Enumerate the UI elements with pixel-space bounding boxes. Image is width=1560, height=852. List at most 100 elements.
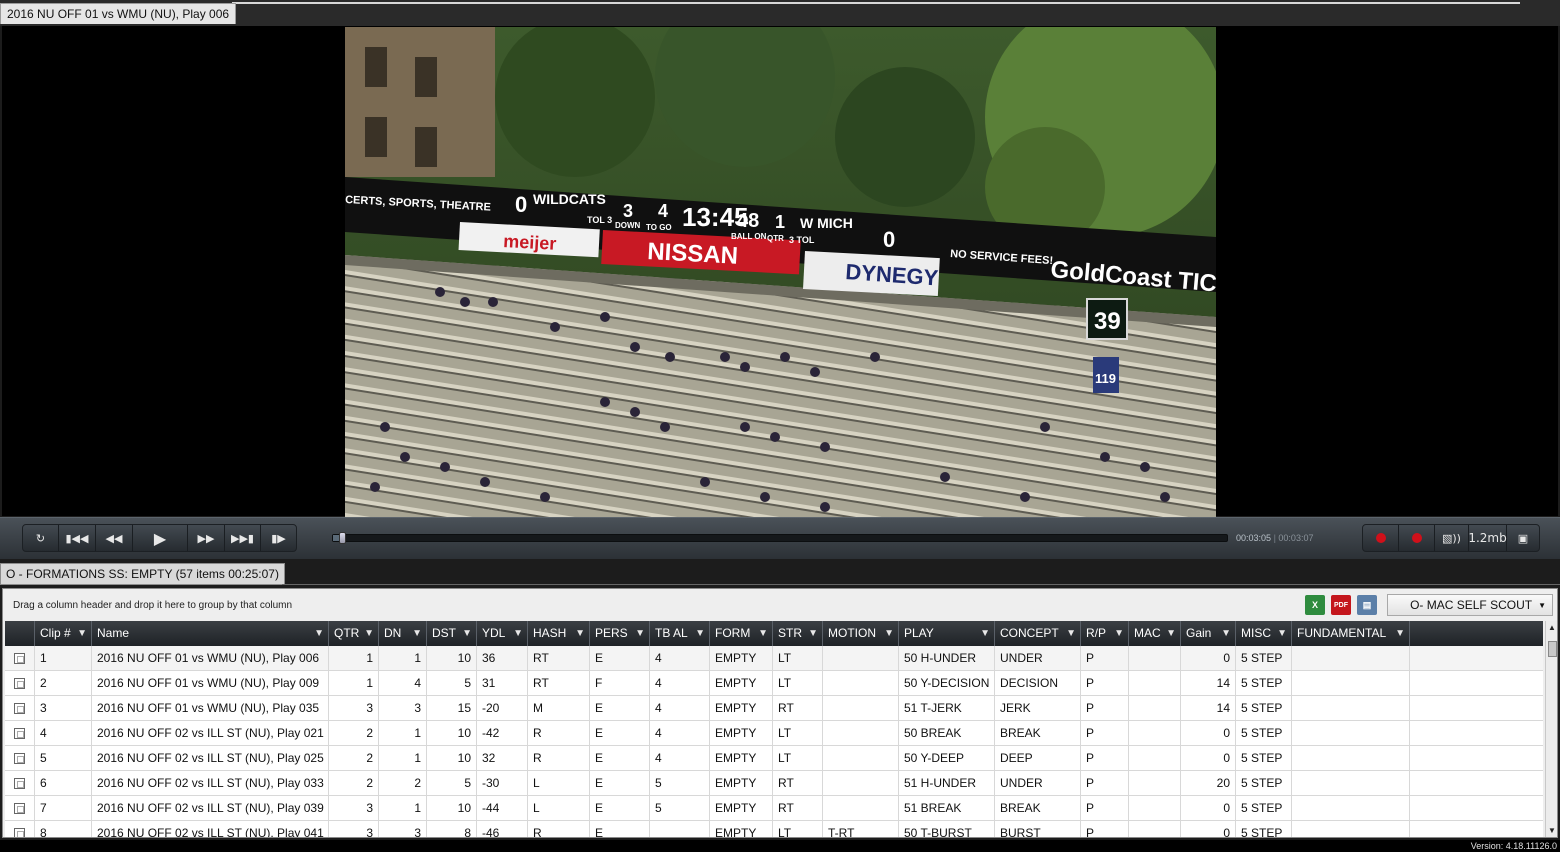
table-row[interactable]: 1 2016 NU OFF 01 vs WMU (NU), Play 006 1 1 1… — [5, 646, 1543, 671]
cell-concept[interactable]: BREAK — [995, 721, 1081, 746]
cell-motion[interactable] — [823, 671, 899, 696]
column-header-hash[interactable]: HASH ▼ — [528, 621, 590, 646]
cell-dn[interactable]: 1 — [379, 646, 427, 671]
skip-end-icon[interactable]: ▶▶▮ — [225, 525, 261, 551]
seek-bar[interactable] — [332, 532, 1228, 544]
cell-hash[interactable]: R — [528, 721, 590, 746]
cell-name[interactable]: 2016 NU OFF 01 vs WMU (NU), Play 006 — [92, 646, 329, 671]
cell-clip-number[interactable]: 3 — [35, 696, 92, 721]
cell-hash[interactable]: RT — [528, 646, 590, 671]
column-header-mac[interactable]: MAC ▼ — [1129, 621, 1181, 646]
cell-tb-al[interactable]: 5 — [650, 796, 710, 821]
cell-pers[interactable]: E — [590, 796, 650, 821]
fullscreen-icon[interactable]: ▣ — [1507, 525, 1539, 551]
column-header-ydl[interactable]: YDL ▼ — [477, 621, 528, 646]
cell-dn[interactable]: 1 — [379, 721, 427, 746]
cell-ydl[interactable]: -46 — [477, 821, 528, 837]
cell-rp[interactable]: P — [1081, 796, 1129, 821]
cell-str[interactable]: LT — [773, 721, 823, 746]
cell-form[interactable]: EMPTY — [710, 771, 773, 796]
row-checkbox[interactable] — [14, 678, 25, 689]
cell-misc[interactable]: 5 STEP — [1236, 646, 1292, 671]
cell-dst[interactable]: 5 — [427, 771, 477, 796]
cell-str[interactable]: RT — [773, 696, 823, 721]
row-checkbox[interactable] — [14, 778, 25, 789]
cell-fundamental[interactable] — [1292, 721, 1410, 746]
cell-motion[interactable] — [823, 746, 899, 771]
cell-name[interactable]: 2016 NU OFF 01 vs WMU (NU), Play 009 — [92, 671, 329, 696]
cell-misc[interactable]: 5 STEP — [1236, 771, 1292, 796]
cell-dst[interactable]: 10 — [427, 721, 477, 746]
cell-gain[interactable]: 0 — [1181, 646, 1236, 671]
cell-ydl[interactable]: 32 — [477, 746, 528, 771]
cell-rp[interactable]: P — [1081, 746, 1129, 771]
column-header-rp[interactable]: R/P ▼ — [1081, 621, 1129, 646]
table-row[interactable]: 3 2016 NU OFF 01 vs WMU (NU), Play 035 3 3 1… — [5, 696, 1543, 721]
table-row[interactable]: 8 2016 NU OFF 02 vs ILL ST (NU), Play 041… — [5, 821, 1543, 837]
fast-forward-icon[interactable]: ▶▶ — [188, 525, 225, 551]
cell-misc[interactable]: 5 STEP — [1236, 721, 1292, 746]
cell-form[interactable]: EMPTY — [710, 646, 773, 671]
cell-tb-al[interactable]: 4 — [650, 671, 710, 696]
cell-clip-number[interactable]: 7 — [35, 796, 92, 821]
cell-form[interactable]: EMPTY — [710, 721, 773, 746]
report-icon[interactable]: ▤ — [1357, 595, 1377, 615]
cell-gain[interactable]: 20 — [1181, 771, 1236, 796]
filter-icon[interactable]: ▼ — [884, 621, 894, 646]
cell-ydl[interactable]: -42 — [477, 721, 528, 746]
video-player[interactable]: CERTS, SPORTS, THEATRE 0 WILDCATS TOL 3 … — [2, 26, 1558, 517]
cell-fundamental[interactable] — [1292, 796, 1410, 821]
cell-concept[interactable]: BREAK — [995, 796, 1081, 821]
cell-hash[interactable]: R — [528, 821, 590, 837]
column-header-str[interactable]: STR ▼ — [773, 621, 823, 646]
cell-dst[interactable]: 10 — [427, 796, 477, 821]
cell-clip-number[interactable]: 2 — [35, 671, 92, 696]
filter-icon[interactable]: ▼ — [575, 621, 585, 646]
filter-icon[interactable]: ▼ — [1395, 621, 1405, 646]
filter-icon[interactable]: ▼ — [513, 621, 523, 646]
scroll-down-icon[interactable]: ▼ — [1548, 826, 1556, 835]
cell-play[interactable]: 51 H-UNDER — [899, 771, 995, 796]
cell-mac[interactable] — [1129, 671, 1181, 696]
cell-play[interactable]: 50 BREAK — [899, 721, 995, 746]
cell-ydl[interactable]: 31 — [477, 671, 528, 696]
table-row[interactable]: 2 2016 NU OFF 01 vs WMU (NU), Play 009 1 4 5… — [5, 671, 1543, 696]
cell-mac[interactable] — [1129, 746, 1181, 771]
filter-icon[interactable]: ▼ — [1166, 621, 1176, 646]
cell-qtr[interactable]: 3 — [329, 696, 379, 721]
cell-pers[interactable]: E — [590, 746, 650, 771]
cell-form[interactable]: EMPTY — [710, 696, 773, 721]
cell-play[interactable]: 50 Y-DEEP — [899, 746, 995, 771]
cell-str[interactable]: LT — [773, 671, 823, 696]
cell-gain[interactable]: 0 — [1181, 721, 1236, 746]
filter-icon[interactable]: ▼ — [808, 621, 818, 646]
cell-play[interactable]: 50 Y-DECISION — [899, 671, 995, 696]
column-header-misc[interactable]: MISC ▼ — [1236, 621, 1292, 646]
cell-clip-number[interactable]: 1 — [35, 646, 92, 671]
rewind-icon[interactable]: ◀◀ — [96, 525, 133, 551]
cell-pers[interactable]: E — [590, 696, 650, 721]
cell-clip-number[interactable]: 4 — [35, 721, 92, 746]
column-header-qtr[interactable]: QTR ▼ — [329, 621, 379, 646]
cell-str[interactable]: RT — [773, 771, 823, 796]
cell-tb-al[interactable]: 4 — [650, 696, 710, 721]
cell-concept[interactable]: UNDER — [995, 646, 1081, 671]
cell-hash[interactable]: RT — [528, 671, 590, 696]
filter-icon[interactable]: ▼ — [695, 621, 705, 646]
cell-dst[interactable]: 10 — [427, 746, 477, 771]
cell-rp[interactable]: P — [1081, 821, 1129, 837]
column-header-dst[interactable]: DST ▼ — [427, 621, 477, 646]
cell-gain[interactable]: 0 — [1181, 796, 1236, 821]
table-row[interactable]: 6 2016 NU OFF 02 vs ILL ST (NU), Play 033… — [5, 771, 1543, 796]
column-header-clip-number[interactable]: Clip # ▼ — [35, 621, 92, 646]
cell-pers[interactable]: E — [590, 646, 650, 671]
row-checkbox[interactable] — [14, 753, 25, 764]
cell-clip-number[interactable]: 5 — [35, 746, 92, 771]
cell-misc[interactable]: 5 STEP — [1236, 796, 1292, 821]
column-header-form[interactable]: FORM ▼ — [710, 621, 773, 646]
cell-pers[interactable]: E — [590, 821, 650, 837]
cell-motion[interactable] — [823, 646, 899, 671]
cell-name[interactable]: 2016 NU OFF 02 vs ILL ST (NU), Play 039 — [92, 796, 329, 821]
cell-pers[interactable]: E — [590, 771, 650, 796]
cell-hash[interactable]: L — [528, 771, 590, 796]
